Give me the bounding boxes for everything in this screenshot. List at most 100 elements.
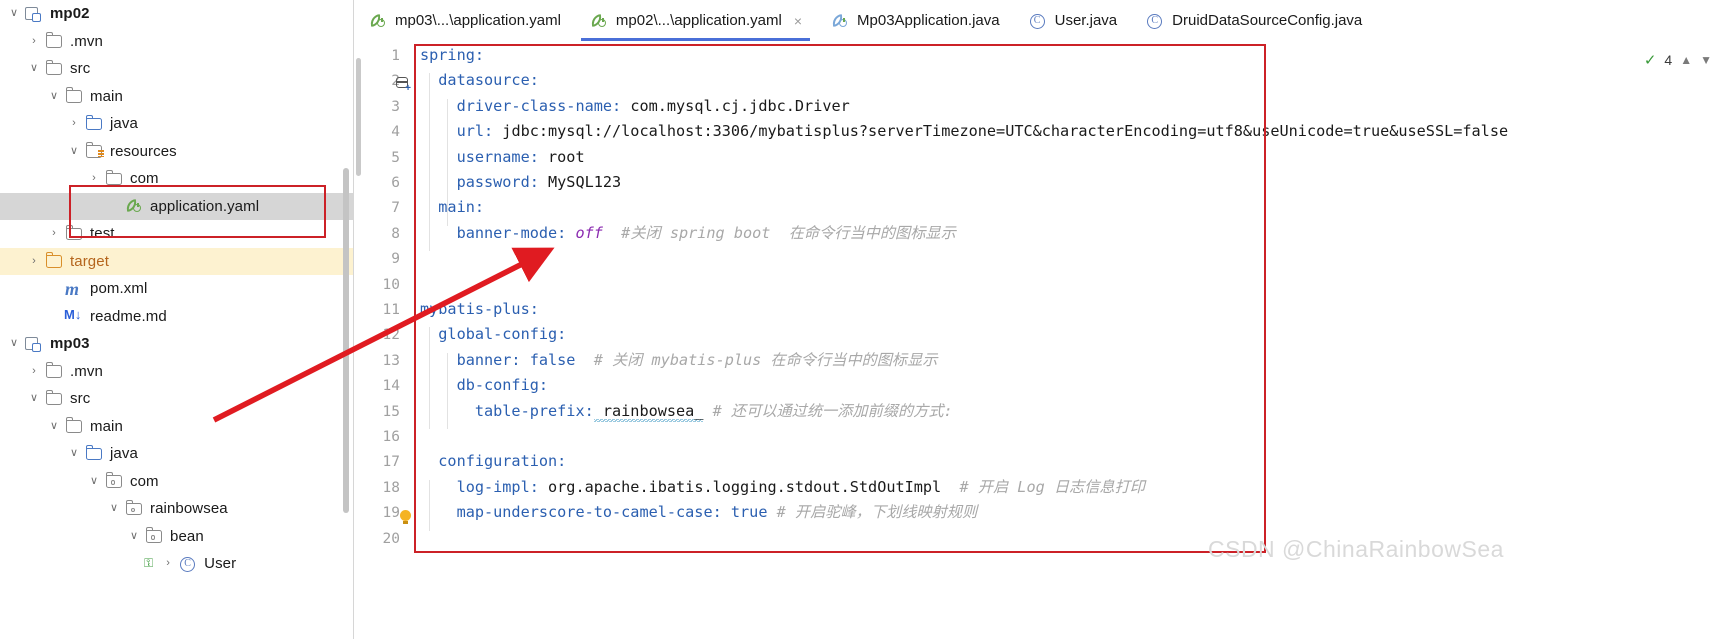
chevron-right-icon[interactable]: › [44, 228, 64, 239]
code-line-8[interactable]: banner-mode: off #关闭 spring boot 在命令行当中的… [420, 221, 956, 246]
intention-bulb-icon[interactable] [400, 510, 411, 525]
chevron-right-icon[interactable]: › [24, 365, 44, 377]
chevron-down-icon[interactable]: ∨ [64, 448, 84, 459]
chevron-down-icon[interactable]: ∨ [64, 145, 84, 157]
code-line-19[interactable]: map-underscore-to-camel-case: true # 开启驼… [420, 500, 978, 525]
tree-item-src[interactable]: ∨ src [0, 55, 354, 83]
tree-item-java[interactable]: › java [0, 110, 354, 138]
tab-druiddatasourceconfig-java[interactable]: C DruidDataSourceConfig.java [1131, 0, 1376, 41]
yaml-file-icon [589, 12, 609, 30]
code-line-13[interactable]: banner: false # 关闭 mybatis-plus 在命令行当中的图… [420, 348, 938, 373]
code-content[interactable]: spring: datasource: driver-class-name: c… [420, 41, 1720, 639]
folder-blue-icon [84, 114, 105, 133]
line-number: 6 [391, 175, 400, 191]
chevron-down-icon[interactable]: ∨ [104, 503, 124, 514]
code-line-18[interactable]: log-impl: org.apache.ibatis.logging.stdo… [420, 475, 1145, 500]
code-line-1[interactable]: spring: [420, 43, 484, 68]
chevron-down-icon[interactable]: ∨ [44, 420, 64, 432]
chevron-down-icon[interactable]: ∨ [124, 530, 144, 542]
tree-item-target[interactable]: › target [0, 247, 354, 275]
tree-item-mp02[interactable]: ∨ mp02 [0, 0, 354, 28]
folder-icon [64, 87, 85, 105]
tree-item-src[interactable]: ∨ src [0, 385, 354, 413]
code-line-12[interactable]: global-config: [420, 322, 566, 347]
chevron-down-icon[interactable]: ∨ [44, 90, 64, 102]
folder-icon [104, 169, 125, 188]
code-editor[interactable]: 1 2 3 4 5 6 7 8 9 10 11 12 13 14 15 16 17 18 19 20 + spring:… [354, 41, 1720, 639]
tree-item-resources[interactable]: ∨ resources [0, 138, 354, 166]
chevron-right-icon[interactable]: › [158, 558, 178, 569]
yaml-key: username: [420, 147, 539, 166]
yaml-key: spring: [420, 46, 485, 64]
tree-item-user[interactable]: › C ⚿ User [0, 550, 354, 578]
editor-tab-bar[interactable]: mp03\...\application.yaml mp02\...\applic… [354, 0, 1720, 42]
tree-item-mp03[interactable]: ∨ mp03 [0, 330, 354, 358]
tree-item-label: resources [110, 142, 177, 160]
tree-item-label: .mvn [70, 362, 103, 380]
inspection-widget[interactable]: ✓ 4 ▲ ▼ [1580, 41, 1720, 639]
yaml-file-icon [124, 197, 145, 215]
chevron-right-icon[interactable]: › [84, 173, 104, 184]
chevron-right-icon[interactable]: › [24, 35, 44, 47]
yaml-value: false [520, 350, 576, 369]
tab-user-java[interactable]: C User.java [1014, 0, 1132, 41]
tree-item-main[interactable]: ∨ main [0, 413, 354, 441]
tree-item-application-yaml[interactable]: application.yaml [0, 192, 354, 220]
yaml-file-icon [368, 12, 388, 30]
code-line-3[interactable]: driver-class-name: com.mysql.cj.jdbc.Dri… [420, 94, 850, 119]
tree-item-java[interactable]: ∨ java [0, 440, 354, 468]
sidebar-scrollbar[interactable] [343, 168, 349, 513]
module-icon [24, 5, 45, 23]
module-icon [24, 335, 45, 353]
code-line-14[interactable]: db-config: [420, 373, 548, 398]
code-line-15[interactable]: table-prefix: rainbowsea_ # 还可以通过统一添加前缀的… [420, 399, 953, 424]
tree-item-label: java [110, 115, 138, 133]
tab-mp03application-java[interactable]: Mp03Application.java [816, 0, 1014, 41]
tree-item--mvn[interactable]: › .mvn [0, 28, 354, 56]
chevron-down-icon[interactable]: ∨ [84, 475, 104, 487]
tree-item--mvn[interactable]: › .mvn [0, 358, 354, 386]
yaml-comment: # 关闭 mybatis-plus 在命令行当中的图标显示 [575, 350, 938, 369]
chevron-down-icon[interactable]: ∨ [24, 63, 44, 74]
editor-scrollbar[interactable] [356, 58, 361, 176]
yaml-value: com.mysql.cj.jdbc.Driver [621, 96, 850, 115]
tree-item-rainbowsea[interactable]: ∨ rainbowsea [0, 495, 354, 523]
chevron-down-icon[interactable]: ∨ [24, 393, 44, 404]
tree-item-label: mp02 [50, 5, 90, 23]
chevron-right-icon[interactable]: › [24, 255, 44, 267]
code-line-5[interactable]: username: root [420, 145, 585, 170]
database-gutter-icon[interactable]: + [396, 77, 411, 94]
yaml-comment: #关闭 spring boot 在命令行当中的图标显示 [602, 223, 956, 242]
folder-icon [44, 389, 65, 408]
yaml-key: driver-class-name: [420, 96, 622, 115]
chevron-down-icon[interactable]: ∨ [4, 338, 24, 349]
chevron-up-icon[interactable]: ▲ [1680, 53, 1692, 67]
tree-item-com[interactable]: › com [0, 165, 354, 193]
chevron-right-icon[interactable]: › [64, 118, 84, 129]
ide-window: ∨ mp02 › .mvn ∨ src ∨ main › java ∨ resources › com ap… [0, 0, 1720, 639]
tree-item-pom-xml[interactable]: m pom.xml [0, 275, 354, 303]
tree-item-label: src [70, 390, 91, 408]
tab-label: DruidDataSourceConfig.java [1172, 12, 1363, 29]
tab-mp03-application-yaml[interactable]: mp03\...\application.yaml [354, 0, 575, 41]
folder-icon [44, 32, 65, 50]
indent-guide [447, 98, 448, 226]
tree-item-label: src [70, 60, 91, 78]
tree-item-test[interactable]: › test [0, 220, 354, 248]
code-line-11[interactable]: mybatis-plus: [420, 297, 539, 322]
code-line-17[interactable]: configuration: [420, 449, 566, 474]
yaml-comment: # 开启驼峰，下划线映射规则 [767, 503, 978, 522]
tree-item-label: rainbowsea [150, 500, 228, 518]
tree-item-main[interactable]: ∨ main [0, 83, 354, 111]
project-tree-panel[interactable]: ∨ mp02 › .mvn ∨ src ∨ main › java ∨ resources › com ap… [0, 0, 354, 639]
chevron-down-icon[interactable]: ∨ [4, 8, 24, 19]
tab-mp02-application-yaml[interactable]: mp02\...\application.yaml × [574, 0, 817, 41]
code-line-4[interactable]: url: jdbc:mysql://localhost:3306/mybatis… [420, 119, 1509, 144]
tree-item-readme-md[interactable]: M↓ readme.md [0, 303, 354, 331]
tree-item-bean[interactable]: ∨ bean [0, 523, 354, 551]
code-line-6[interactable]: password: MySQL123 [420, 170, 622, 195]
close-icon[interactable]: × [794, 14, 802, 28]
chevron-down-icon[interactable]: ▼ [1700, 53, 1712, 67]
code-line-2[interactable]: datasource: [420, 68, 539, 93]
tree-item-com[interactable]: ∨ com [0, 468, 354, 496]
